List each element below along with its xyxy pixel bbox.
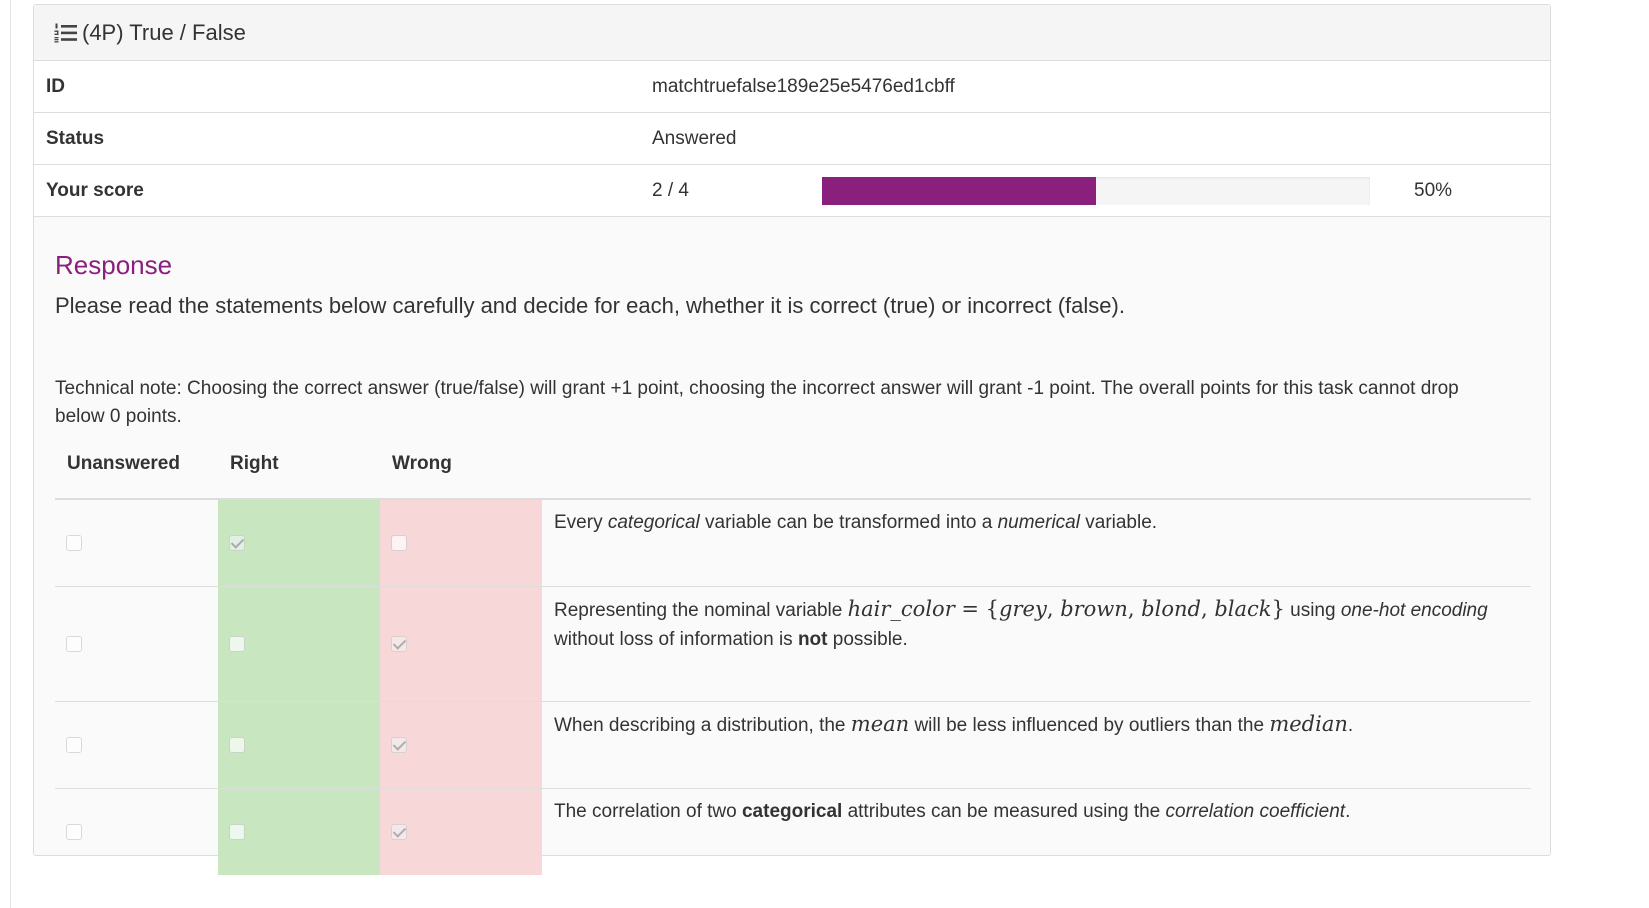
right-checkbox[interactable]: [229, 824, 245, 840]
cell-wrong: [380, 499, 542, 587]
score-value: 2 / 4: [652, 179, 689, 201]
status-label: Status: [34, 112, 652, 165]
list-ol-icon: [54, 22, 78, 44]
answers-header-row: Unanswered Right Wrong: [55, 453, 1531, 500]
wrong-checkbox[interactable]: [391, 535, 407, 551]
score-progress-bar: [822, 176, 1370, 205]
right-checkbox[interactable]: [229, 535, 245, 551]
unanswered-checkbox[interactable]: [66, 824, 82, 840]
unanswered-checkbox[interactable]: [66, 535, 82, 551]
header-right: Right: [218, 453, 380, 500]
statement-row: When describing a distribution, the mean…: [55, 701, 1531, 789]
statement-row: Representing the nominal variable hair_c…: [55, 586, 1531, 702]
header-unanswered: Unanswered: [55, 453, 218, 500]
statement-text: When describing a distribution, the mean…: [542, 701, 1531, 789]
right-checkbox[interactable]: [229, 636, 245, 652]
cell-unanswered: [55, 701, 218, 789]
cell-wrong: [380, 788, 542, 875]
id-value: matchtruefalse189e25e5476ed1cbff: [652, 61, 1550, 113]
right-checkbox[interactable]: [229, 737, 245, 753]
answers-table: Unanswered Right Wrong Every categorical…: [55, 453, 1531, 875]
statement-text: Representing the nominal variable hair_c…: [542, 586, 1531, 702]
technical-note: Technical note: Choosing the correct ans…: [55, 378, 1459, 427]
statement-row: Every categorical variable can be transf…: [55, 499, 1531, 587]
instructions-text: Please read the statements below careful…: [55, 293, 1125, 318]
statement-text: The correlation of two categorical attri…: [542, 788, 1531, 875]
panel-heading: (4P) True / False: [34, 5, 1550, 61]
cell-right: [218, 788, 380, 875]
cell-right: [218, 499, 380, 587]
wrong-checkbox[interactable]: [391, 824, 407, 840]
cell-unanswered: [55, 788, 218, 875]
wrong-checkbox[interactable]: [391, 737, 407, 753]
score-label: Your score: [34, 164, 652, 217]
wrong-checkbox[interactable]: [391, 636, 407, 652]
cell-wrong: [380, 701, 542, 789]
cell-wrong: [380, 586, 542, 702]
score-percent: 50%: [1414, 179, 1453, 201]
unanswered-checkbox[interactable]: [66, 636, 82, 652]
info-table: ID matchtruefalse189e25e5476ed1cbff Stat…: [34, 61, 1550, 217]
status-value: Answered: [652, 112, 1550, 165]
cell-unanswered: [55, 499, 218, 587]
score-progress-fill: [822, 176, 1096, 205]
panel-title: (4P) True / False: [82, 19, 246, 45]
score-row: Your score 2 / 4 50%: [34, 164, 1550, 217]
status-row: Status Answered: [34, 112, 1550, 165]
id-row: ID matchtruefalse189e25e5476ed1cbff: [34, 61, 1550, 113]
cell-right: [218, 701, 380, 789]
id-label: ID: [34, 61, 652, 113]
statement-text: Every categorical variable can be transf…: [554, 512, 1158, 533]
unanswered-checkbox[interactable]: [66, 737, 82, 753]
header-statement: [542, 453, 1531, 500]
response-title: Response: [55, 250, 173, 280]
statement-row: The correlation of two categorical attri…: [55, 788, 1531, 875]
cell-unanswered: [55, 586, 218, 702]
left-border-line: [10, 0, 11, 908]
cell-right: [218, 586, 380, 702]
header-wrong: Wrong: [380, 453, 542, 500]
question-panel: (4P) True / False ID matchtruefalse189e2…: [33, 4, 1551, 875]
response-section: Response Please read the statements belo…: [34, 250, 1550, 875]
